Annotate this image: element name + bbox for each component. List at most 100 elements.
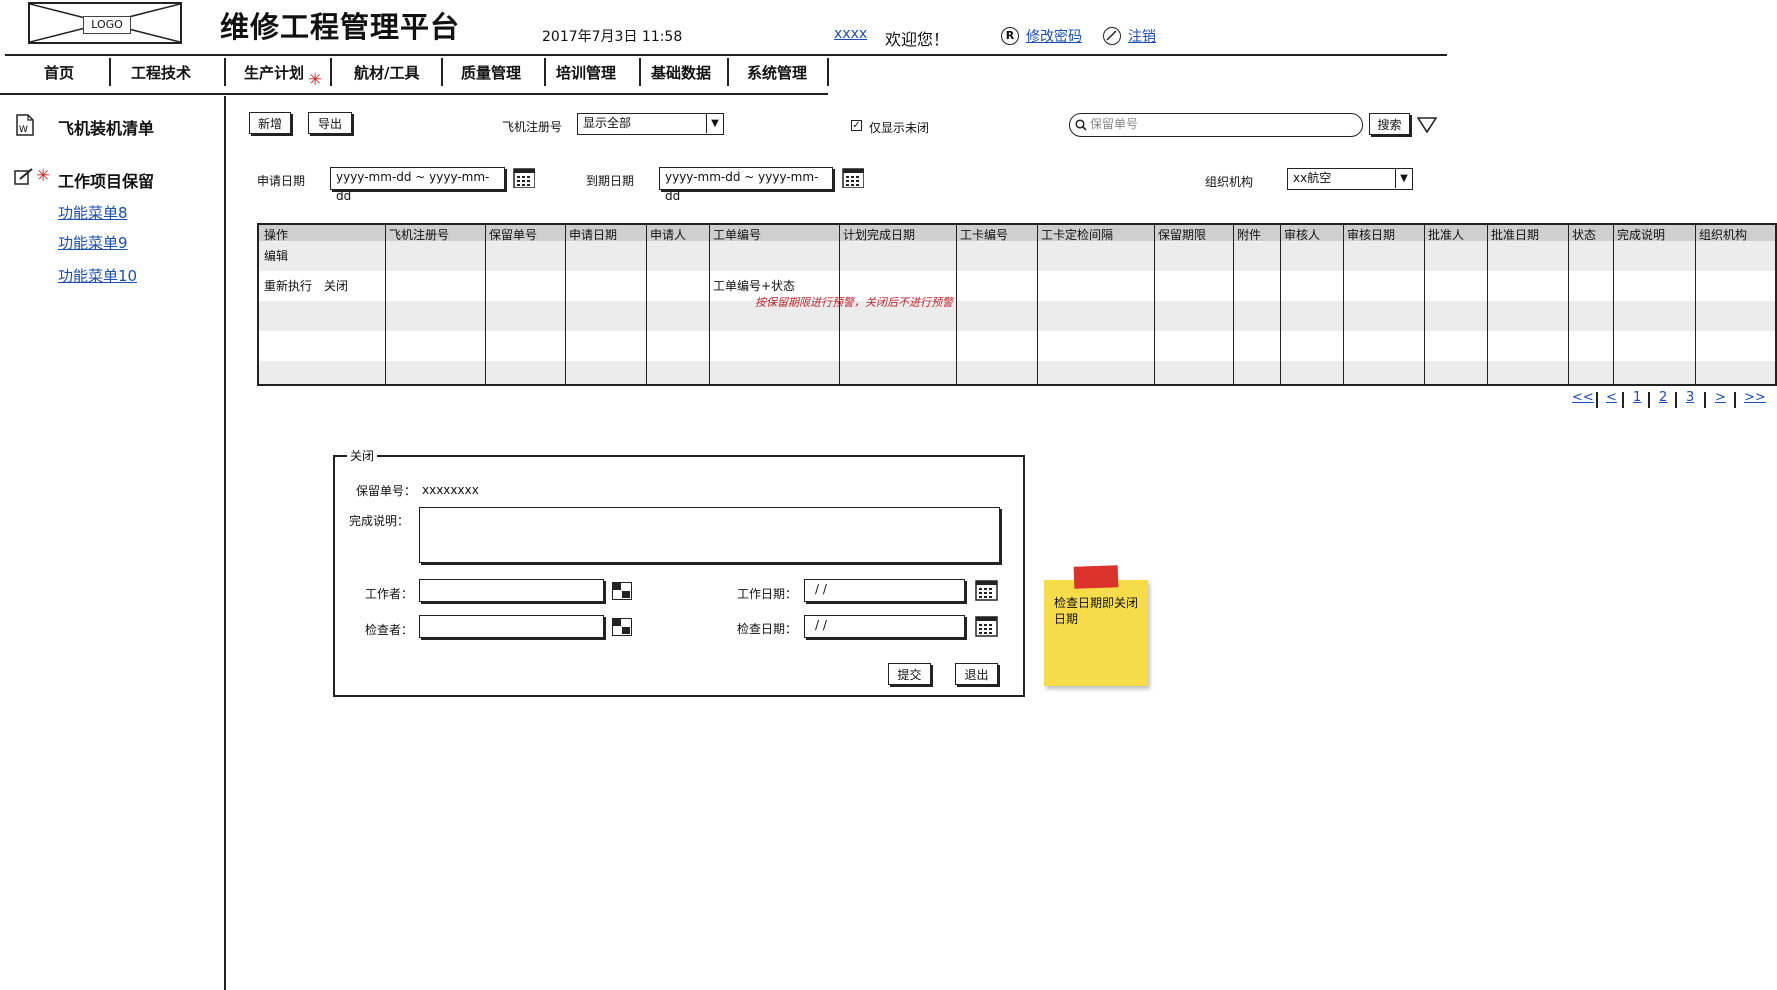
column-header[interactable]: 审核人 — [1284, 226, 1320, 243]
column-header[interactable]: 批准人 — [1428, 226, 1464, 243]
search-placeholder: 保留单号 — [1090, 117, 1139, 131]
unclosed-checkbox[interactable]: ✓ — [851, 120, 862, 131]
inspector-label: 检查者： — [365, 623, 414, 637]
column-header[interactable]: 完成说明 — [1617, 226, 1665, 243]
logout-icon — [1103, 27, 1121, 45]
document-icon: W — [16, 114, 34, 136]
table-row — [259, 241, 1775, 271]
column-header[interactable]: 操作 — [264, 226, 288, 243]
worker-input[interactable] — [419, 579, 604, 602]
tape-icon — [1073, 565, 1119, 589]
sidebar-item-work-reserve[interactable]: 工作项目保留 — [58, 168, 154, 192]
column-header[interactable]: 状态 — [1572, 226, 1596, 243]
org-select[interactable]: xx航空 ▼ — [1287, 168, 1413, 190]
calendar-icon[interactable] — [975, 580, 999, 604]
username-link[interactable]: xxxx — [834, 26, 867, 42]
welcome-text: 欢迎您！ — [885, 30, 950, 49]
registration-select-value: 显示全部 — [583, 116, 632, 130]
table-row — [259, 301, 1775, 331]
re-execute-link[interactable]: 重新执行 — [264, 277, 312, 294]
sidebar-link-menu-8[interactable]: 功能菜单8 — [58, 202, 128, 223]
nav-item-system[interactable]: 系统管理 — [747, 62, 807, 83]
close-link[interactable]: 关闭 — [324, 277, 348, 294]
nav-item-quality[interactable]: 质量管理 — [461, 62, 521, 83]
column-header[interactable]: 工卡定检间隔 — [1041, 226, 1113, 243]
sidebar-link-menu-10[interactable]: 功能菜单10 — [58, 265, 137, 286]
pager-last[interactable]: >> — [1744, 390, 1766, 405]
submit-button[interactable]: 提交 — [888, 663, 931, 685]
change-password-link[interactable]: 修改密码 — [1026, 26, 1082, 46]
search-button[interactable]: 搜索 — [1369, 113, 1410, 135]
nav-divider — [0, 93, 828, 95]
due-date-range-input[interactable]: yyyy-mm-dd ~ yyyy-mm-dd — [659, 167, 833, 203]
nav-separator — [330, 58, 332, 86]
calendar-icon[interactable] — [975, 616, 999, 640]
filter-icon[interactable] — [1417, 117, 1437, 133]
column-header[interactable]: 附件 — [1237, 226, 1261, 243]
pager-page-1[interactable]: 1 — [1633, 390, 1641, 405]
key-icon: R — [1001, 27, 1019, 45]
column-header[interactable]: 组织机构 — [1699, 226, 1747, 243]
calendar-icon[interactable] — [842, 168, 864, 188]
chevron-down-icon: ▼ — [706, 114, 723, 133]
pager-page-3[interactable]: 3 — [1686, 390, 1694, 405]
exit-button[interactable]: 退出 — [955, 663, 998, 685]
work-date-input[interactable]: / / — [804, 579, 965, 602]
nav-item-training[interactable]: 培训管理 — [556, 62, 616, 83]
logout-link[interactable]: 注销 — [1128, 26, 1156, 46]
column-header[interactable]: 审核日期 — [1347, 226, 1395, 243]
keep-no-label: 保留单号： — [356, 484, 417, 498]
search-input[interactable]: 保留单号 — [1069, 113, 1363, 137]
inspector-input[interactable] — [419, 615, 604, 638]
nav-item-materials-tools[interactable]: 航材/工具 — [354, 62, 419, 83]
export-button[interactable]: 导出 — [308, 112, 352, 134]
pager-first[interactable]: << — [1572, 390, 1594, 405]
sidebar-item-aircraft-list[interactable]: 飞机装机清单 — [58, 115, 154, 139]
column-header[interactable]: 保留单号 — [489, 226, 537, 243]
calendar-icon[interactable] — [513, 168, 535, 188]
person-picker-icon[interactable] — [612, 618, 632, 636]
close-dialog: 关闭 保留单号： xxxxxxxx 完成说明： 工作者： 工作日期： / / 检… — [333, 447, 1025, 697]
org-select-value: xx航空 — [1293, 171, 1332, 185]
completion-textarea[interactable] — [419, 507, 1000, 563]
pager-page-2[interactable]: 2 — [1659, 390, 1667, 405]
column-header[interactable]: 批准日期 — [1491, 226, 1539, 243]
completion-label: 完成说明： — [349, 514, 410, 528]
sidebar-divider — [224, 96, 226, 990]
person-picker-icon[interactable] — [612, 582, 632, 600]
workorder-cell: 工单编号+状态 — [713, 279, 796, 293]
sticky-note: 检查日期即关闭日期 — [1044, 565, 1148, 686]
warning-annotation: 按保留期限进行预警，关闭后不进行预警 — [755, 296, 953, 309]
edit-link[interactable]: 编辑 — [264, 247, 288, 264]
chevron-down-icon: ▼ — [1395, 169, 1412, 188]
org-label: 组织机构 — [1205, 175, 1254, 189]
add-button[interactable]: 新增 — [249, 112, 291, 134]
due-date-label: 到期日期 — [586, 174, 635, 188]
inspect-date-input[interactable]: / / — [804, 615, 965, 638]
nav-item-production-plan[interactable]: 生产计划 — [244, 62, 304, 83]
column-header[interactable]: 保留期限 — [1158, 226, 1206, 243]
nav-separator — [109, 58, 111, 86]
nav-item-engineering[interactable]: 工程技术 — [131, 62, 191, 83]
registration-select[interactable]: 显示全部 ▼ — [577, 113, 724, 135]
column-header[interactable]: 工单编号 — [713, 226, 761, 243]
apply-date-range-input[interactable]: yyyy-mm-dd ~ yyyy-mm-dd — [330, 167, 505, 203]
nav-item-home[interactable]: 首页 — [44, 62, 74, 83]
column-header[interactable]: 计划完成日期 — [843, 226, 915, 243]
table-header-row — [259, 225, 1775, 241]
pager-next[interactable]: > — [1715, 390, 1726, 405]
required-marker-icon: ✳ — [308, 70, 323, 90]
required-marker-icon: ✳ — [36, 166, 51, 186]
column-header[interactable]: 申请日期 — [569, 226, 617, 243]
keep-no-value: xxxxxxxx — [422, 483, 479, 497]
dialog-title: 关闭 — [347, 447, 378, 464]
sidebar-link-menu-9[interactable]: 功能菜单9 — [58, 232, 128, 253]
svg-text:W: W — [19, 125, 28, 135]
edit-icon — [14, 168, 33, 185]
column-header[interactable]: 工卡编号 — [960, 226, 1008, 243]
column-header[interactable]: 申请人 — [650, 226, 686, 243]
pager-prev[interactable]: < — [1606, 390, 1617, 405]
work-date-label: 工作日期： — [737, 587, 798, 601]
nav-item-basic-data[interactable]: 基础数据 — [651, 62, 711, 83]
column-header[interactable]: 飞机注册号 — [389, 226, 449, 243]
